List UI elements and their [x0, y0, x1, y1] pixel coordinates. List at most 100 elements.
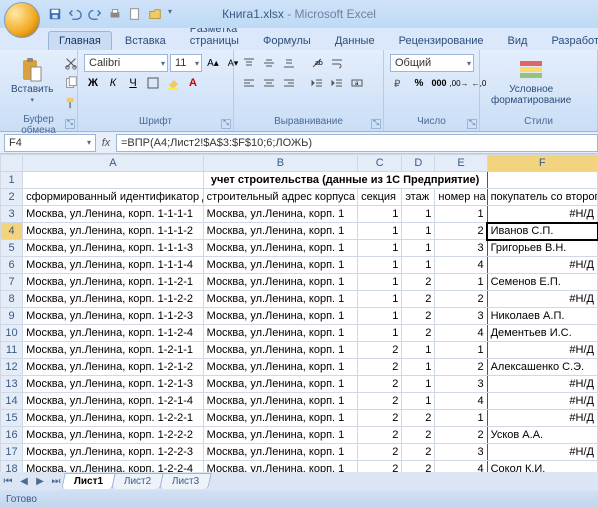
- row-header[interactable]: 4: [1, 223, 23, 240]
- cell[interactable]: 2: [358, 427, 402, 444]
- comma-button[interactable]: 000: [430, 74, 448, 92]
- cell[interactable]: Москва, ул.Ленина, корп. 1-2-1-2: [23, 359, 204, 376]
- row-header[interactable]: 9: [1, 308, 23, 325]
- ribbon-tab[interactable]: Главная: [48, 31, 112, 50]
- cell[interactable]: 1: [402, 376, 435, 393]
- paste-button[interactable]: Вставить ▾: [6, 54, 58, 107]
- cell[interactable]: 1: [358, 240, 402, 257]
- bold-button[interactable]: Ж: [84, 74, 102, 92]
- cell[interactable]: Москва, ул.Ленина, корп. 1-1-1-1: [23, 206, 204, 223]
- fx-icon[interactable]: fx: [96, 137, 116, 149]
- new-icon[interactable]: [128, 7, 142, 21]
- underline-button[interactable]: Ч: [124, 74, 142, 92]
- cell[interactable]: секция: [358, 189, 402, 206]
- cell[interactable]: Москва, ул.Ленина, корп. 1-2-1-3: [23, 376, 204, 393]
- cell[interactable]: Алексашенко С.Э.: [487, 359, 597, 376]
- cell[interactable]: 2: [435, 427, 487, 444]
- cell[interactable]: Москва, ул.Ленина, корп. 1: [203, 308, 358, 325]
- select-all-button[interactable]: [1, 155, 23, 172]
- prev-sheet-button[interactable]: ◀: [16, 473, 32, 489]
- row-header[interactable]: 7: [1, 274, 23, 291]
- row-header[interactable]: 11: [1, 342, 23, 359]
- percent-button[interactable]: %: [410, 74, 428, 92]
- dialog-launcher[interactable]: ⤡: [371, 119, 381, 129]
- cell[interactable]: #Н/Д: [487, 376, 597, 393]
- increase-indent-button[interactable]: [328, 74, 346, 92]
- cell[interactable]: #Н/Д: [487, 444, 597, 461]
- sheet-tab[interactable]: Лист3: [160, 473, 213, 489]
- dialog-launcher[interactable]: ⤡: [467, 119, 477, 129]
- cell[interactable]: 4: [435, 393, 487, 410]
- cell[interactable]: Москва, ул.Ленина, корп. 1: [203, 223, 358, 240]
- cell[interactable]: номер на этаже: [435, 189, 487, 206]
- name-box[interactable]: F4: [4, 134, 96, 152]
- cell[interactable]: Москва, ул.Ленина, корп. 1: [203, 444, 358, 461]
- cell[interactable]: #Н/Д: [487, 257, 597, 274]
- cell[interactable]: 1: [435, 274, 487, 291]
- align-middle-button[interactable]: [260, 54, 278, 72]
- row-header[interactable]: 14: [1, 393, 23, 410]
- cell[interactable]: Дементьев И.С.: [487, 325, 597, 342]
- undo-icon[interactable]: [68, 7, 82, 21]
- cell[interactable]: 2: [402, 291, 435, 308]
- cell[interactable]: 1: [358, 308, 402, 325]
- next-sheet-button[interactable]: ▶: [32, 473, 48, 489]
- ribbon-tab[interactable]: Разработчик: [540, 31, 598, 50]
- row-header[interactable]: 18: [1, 461, 23, 473]
- align-top-button[interactable]: [240, 54, 258, 72]
- column-header[interactable]: B: [203, 155, 358, 172]
- cell[interactable]: 3: [435, 444, 487, 461]
- cell[interactable]: 1: [402, 240, 435, 257]
- cell[interactable]: 2: [402, 325, 435, 342]
- cell[interactable]: сформированный идентификатор для строки: [23, 189, 204, 206]
- decrease-indent-button[interactable]: [308, 74, 326, 92]
- cell[interactable]: Москва, ул.Ленина, корп. 1: [203, 240, 358, 257]
- cell[interactable]: #Н/Д: [487, 393, 597, 410]
- column-header[interactable]: C: [358, 155, 402, 172]
- ribbon-tab[interactable]: Рецензирование: [388, 31, 495, 50]
- cell[interactable]: 1: [402, 342, 435, 359]
- cell[interactable]: 2: [358, 461, 402, 473]
- cell[interactable]: 1: [358, 257, 402, 274]
- cell[interactable]: 3: [435, 376, 487, 393]
- cell[interactable]: Москва, ул.Ленина, корп. 1-1-1-3: [23, 240, 204, 257]
- cell[interactable]: 4: [435, 325, 487, 342]
- cell[interactable]: Усков А.А.: [487, 427, 597, 444]
- cell[interactable]: 2: [402, 444, 435, 461]
- cell[interactable]: 2: [358, 393, 402, 410]
- column-header[interactable]: A: [23, 155, 204, 172]
- cell[interactable]: Григорьев В.Н.: [487, 240, 597, 257]
- column-header[interactable]: E: [435, 155, 487, 172]
- office-button[interactable]: [4, 2, 40, 38]
- align-bottom-button[interactable]: [280, 54, 298, 72]
- dialog-launcher[interactable]: ⤡: [65, 119, 75, 129]
- align-right-button[interactable]: [280, 74, 298, 92]
- cell[interactable]: Москва, ул.Ленина, корп. 1-2-2-1: [23, 410, 204, 427]
- cell[interactable]: Москва, ул.Ленина, корп. 1: [203, 342, 358, 359]
- row-header[interactable]: 2: [1, 189, 23, 206]
- cell[interactable]: #Н/Д: [487, 206, 597, 223]
- cell[interactable]: 1: [435, 410, 487, 427]
- cell[interactable]: Москва, ул.Ленина, корп. 1: [203, 410, 358, 427]
- cell[interactable]: 3: [435, 308, 487, 325]
- save-icon[interactable]: [48, 7, 62, 21]
- orientation-button[interactable]: ab: [308, 54, 326, 72]
- cell[interactable]: 2: [358, 342, 402, 359]
- cell[interactable]: 1: [402, 359, 435, 376]
- increase-decimal-button[interactable]: ,00→: [450, 74, 468, 92]
- row-header[interactable]: 1: [1, 172, 23, 189]
- cell[interactable]: Москва, ул.Ленина, корп. 1-2-2-3: [23, 444, 204, 461]
- cell[interactable]: 1: [358, 223, 402, 240]
- currency-button[interactable]: ₽: [390, 74, 408, 92]
- cell[interactable]: 1: [402, 206, 435, 223]
- cell[interactable]: Москва, ул.Ленина, корп. 1-1-2-1: [23, 274, 204, 291]
- font-size-combo[interactable]: 11: [170, 54, 202, 72]
- cell[interactable]: #Н/Д: [487, 291, 597, 308]
- cell[interactable]: строительный адрес корпуса: [203, 189, 358, 206]
- print-preview-icon[interactable]: [108, 7, 122, 21]
- sheet-tab[interactable]: Лист1: [61, 473, 116, 489]
- cell[interactable]: Москва, ул.Ленина, корп. 1-2-2-4: [23, 461, 204, 473]
- qat-dropdown-icon[interactable]: ▾: [168, 7, 176, 21]
- cell[interactable]: 1: [402, 393, 435, 410]
- row-header[interactable]: 6: [1, 257, 23, 274]
